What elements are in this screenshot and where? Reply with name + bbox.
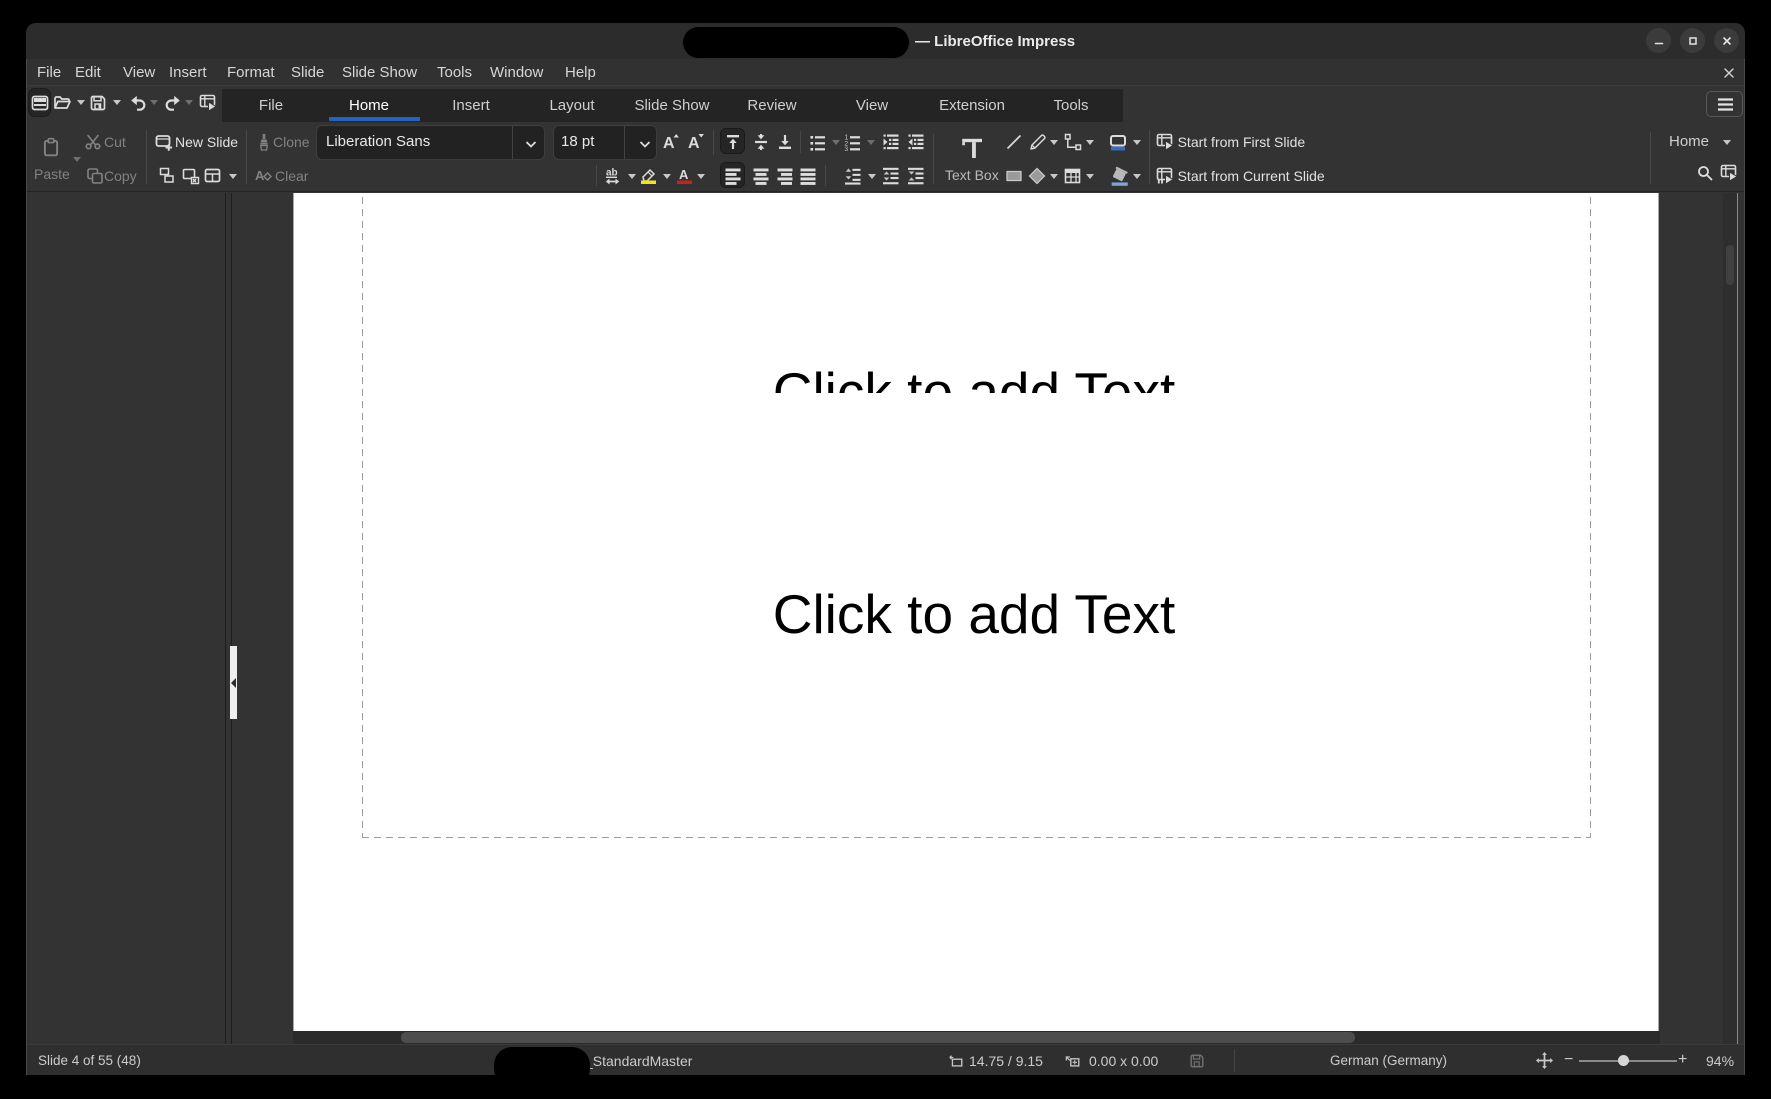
svg-text:A: A xyxy=(688,135,700,151)
svg-text:A: A xyxy=(255,168,265,183)
svg-text:3: 3 xyxy=(844,146,848,151)
svg-text:A: A xyxy=(679,167,689,182)
svg-text:A: A xyxy=(663,135,675,151)
